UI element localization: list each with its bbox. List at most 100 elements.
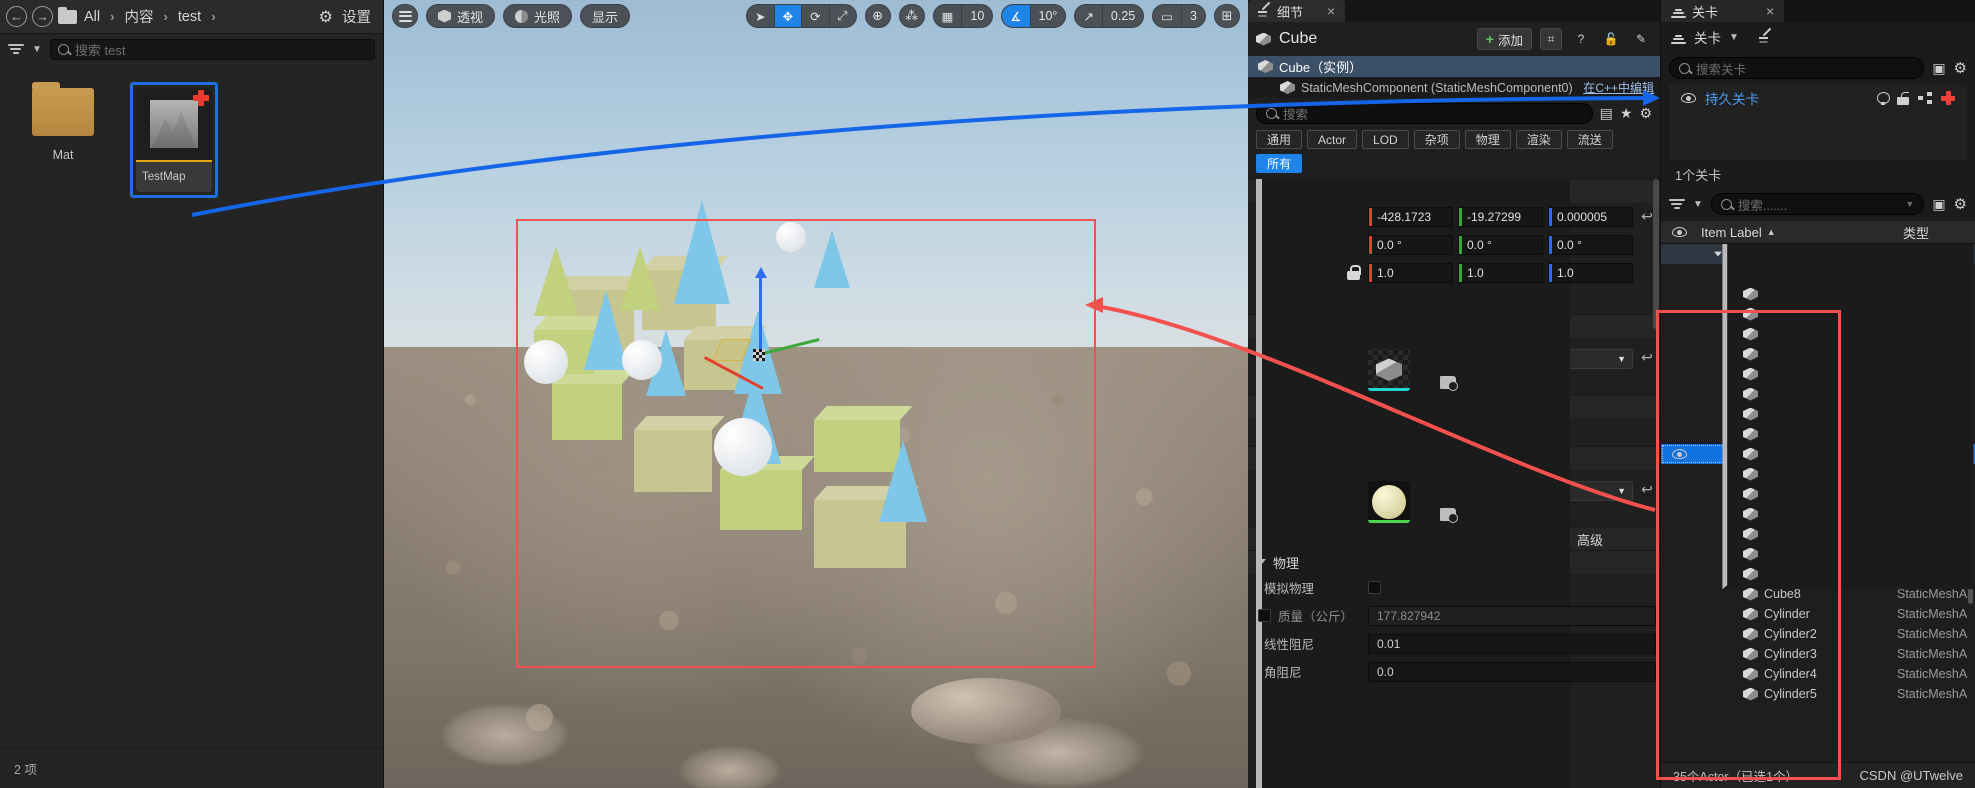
- location-x-input[interactable]: -428.1723: [1368, 206, 1453, 227]
- search-input[interactable]: 搜索 test: [49, 38, 375, 60]
- forward-icon[interactable]: →: [32, 6, 53, 27]
- unlock-icon[interactable]: 🔓: [1600, 28, 1622, 50]
- columns-icon[interactable]: ▤: [1600, 105, 1613, 122]
- globe-icon[interactable]: ⊕: [864, 4, 891, 28]
- material-thumbnail[interactable]: [1368, 480, 1410, 523]
- details-search-input[interactable]: 搜索: [1256, 102, 1593, 124]
- linear-damping-input[interactable]: 0.01: [1368, 633, 1656, 654]
- angle-icon[interactable]: ∡: [1002, 5, 1031, 27]
- eye-icon[interactable]: [1671, 227, 1687, 237]
- reset-icon[interactable]: ↩: [1638, 481, 1656, 498]
- settings-button[interactable]: 设置: [342, 6, 371, 27]
- location-z-input[interactable]: 0.000005: [1548, 206, 1633, 227]
- rotation-x-input[interactable]: 0.0 °: [1368, 234, 1453, 255]
- sort-ascending-icon[interactable]: ▲: [1767, 227, 1776, 237]
- nodes-icon[interactable]: [1918, 92, 1932, 104]
- edit-in-cpp-link[interactable]: 在C++中编辑: [1583, 79, 1654, 96]
- gear-icon[interactable]: ⚙: [1639, 105, 1652, 122]
- rotation-y-input[interactable]: 0.0 °: [1458, 234, 1543, 255]
- asset-item-testmap[interactable]: TestMap: [130, 82, 218, 198]
- browse-icon[interactable]: [1440, 507, 1458, 523]
- viewport-lighting-button[interactable]: 光照: [503, 4, 573, 28]
- pencil-icon[interactable]: ✎: [1630, 28, 1652, 50]
- component-row-cube[interactable]: Cube（实例）: [1248, 56, 1660, 77]
- section-advanced-2[interactable]: 高级: [1248, 179, 1660, 788]
- levels-menu-label[interactable]: 关卡: [1694, 27, 1721, 47]
- outliner-row-lighting-ground[interactable]: ▬ 光照和地面 文件夹: [1661, 244, 1975, 590]
- filter-chip-streaming[interactable]: 流送: [1566, 130, 1613, 149]
- scale-snap-value[interactable]: 0.25: [1103, 5, 1143, 27]
- gear-icon[interactable]: ⚙: [1954, 59, 1967, 77]
- help-icon[interactable]: ?: [1570, 28, 1592, 50]
- column-type[interactable]: 类型: [1897, 223, 1975, 242]
- chevron-right-icon[interactable]: [1722, 244, 1974, 590]
- static-mesh-thumbnail[interactable]: [1368, 348, 1410, 391]
- tab-details[interactable]: 细节 ×: [1248, 0, 1346, 22]
- eye-icon[interactable]: [1681, 93, 1696, 103]
- breadcrumb-all[interactable]: All: [82, 9, 102, 25]
- reset-icon[interactable]: ↩: [1638, 349, 1656, 366]
- scale-x-input[interactable]: 1.0: [1368, 262, 1453, 283]
- red-plus-icon[interactable]: [1941, 91, 1955, 105]
- viewport-layout-icon[interactable]: ⊞: [1214, 4, 1240, 28]
- outliner-search-input[interactable]: 搜索....... ▼: [1710, 193, 1925, 215]
- viewport-perspective-button[interactable]: 透视: [426, 4, 496, 28]
- move-icon[interactable]: ✥: [774, 5, 803, 27]
- back-icon[interactable]: ←: [6, 6, 27, 27]
- location-y-input[interactable]: -19.27299: [1458, 206, 1543, 227]
- simulate-physics-checkbox[interactable]: [1368, 581, 1381, 594]
- scale-z-input[interactable]: 1.0: [1548, 262, 1633, 283]
- rotation-z-input[interactable]: 0.0 °: [1548, 234, 1633, 255]
- close-icon[interactable]: ×: [1327, 3, 1335, 19]
- mass-input[interactable]: 177.827942: [1368, 605, 1656, 626]
- new-folder-icon[interactable]: ▣: [1932, 196, 1945, 213]
- details-scroll-area[interactable]: 变换 位置 ▼ -428.1723 -19.27299 0.000005 ↩: [1248, 179, 1660, 788]
- breadcrumb-content[interactable]: 内容: [122, 6, 155, 27]
- cursor-select-icon[interactable]: ➤: [747, 5, 775, 27]
- outliner-row-cylinder5[interactable]: Cylinder5 StaticMeshA: [1661, 684, 1975, 704]
- browse-icon[interactable]: [1440, 375, 1458, 391]
- levels-search-input[interactable]: 搜索关卡: [1669, 57, 1925, 79]
- filter-chip-all[interactable]: 所有: [1256, 154, 1303, 173]
- new-level-icon[interactable]: ▣: [1932, 60, 1945, 77]
- close-icon[interactable]: ×: [1766, 3, 1774, 19]
- angle-snap-value[interactable]: 10°: [1031, 5, 1066, 27]
- level-viewport[interactable]: 透视 光照 显示 ➤ ✥ ⟳ ⤢ ⊕ ⁂ ▦ 10 ∡ 10° ↗ 0.25 ▭…: [384, 0, 1248, 788]
- chevron-down-icon[interactable]: ▼: [1693, 199, 1703, 210]
- scale-icon[interactable]: ⤢: [830, 5, 856, 27]
- filter-chip-actor[interactable]: Actor: [1307, 130, 1358, 149]
- grid-icon[interactable]: ▦: [934, 5, 963, 27]
- scale-y-input[interactable]: 1.0: [1458, 262, 1543, 283]
- chevron-down-icon[interactable]: [1714, 251, 1722, 257]
- camera-icon[interactable]: ▭: [1153, 5, 1183, 27]
- eye-icon[interactable]: [1671, 449, 1687, 459]
- viewport-show-button[interactable]: 显示: [580, 4, 631, 28]
- filter-chip-general[interactable]: 通用: [1256, 130, 1303, 149]
- details-scrollbar[interactable]: [1653, 179, 1659, 329]
- filter-chip-physics[interactable]: 物理: [1464, 130, 1511, 149]
- asset-item-mat[interactable]: Mat: [20, 82, 106, 162]
- chevron-down-icon[interactable]: ▼: [1729, 32, 1739, 43]
- gear-icon[interactable]: ⚙: [1954, 195, 1967, 213]
- filter-chip-lod[interactable]: LOD: [1362, 130, 1409, 149]
- camera-speed-value[interactable]: 3: [1182, 5, 1205, 27]
- filter-icon[interactable]: [8, 44, 24, 54]
- angular-damping-input[interactable]: 0.0: [1368, 661, 1656, 682]
- star-icon[interactable]: ★: [1620, 105, 1633, 122]
- mass-override-checkbox[interactable]: [1258, 609, 1271, 622]
- lock-icon[interactable]: [1347, 265, 1361, 280]
- grid-snap-value[interactable]: 10: [962, 5, 992, 27]
- breadcrumb-test[interactable]: test: [176, 9, 203, 25]
- column-item-label[interactable]: Item Label: [1701, 225, 1762, 240]
- scale-arrow-icon[interactable]: ↗: [1075, 5, 1103, 27]
- gear-icon[interactable]: ⚙: [319, 7, 333, 27]
- asset-card[interactable]: TestMap: [136, 88, 212, 192]
- pencil-icon[interactable]: [1758, 31, 1772, 44]
- filter-chip-misc[interactable]: 杂项: [1413, 130, 1460, 149]
- outliner-list[interactable]: ⛰ TestMap（编辑器） 世界场景 ▬ 光照和地面 文件夹 ConeStat…: [1661, 244, 1975, 762]
- tab-levels[interactable]: 关卡 ×: [1661, 0, 1785, 22]
- unlock-icon[interactable]: [1897, 91, 1909, 105]
- filter-chip-rendering[interactable]: 渲染: [1515, 130, 1562, 149]
- component-row-staticmeshcomponent[interactable]: StaticMeshComponent (StaticMeshComponent…: [1248, 77, 1660, 98]
- filter-icon[interactable]: [1669, 199, 1685, 209]
